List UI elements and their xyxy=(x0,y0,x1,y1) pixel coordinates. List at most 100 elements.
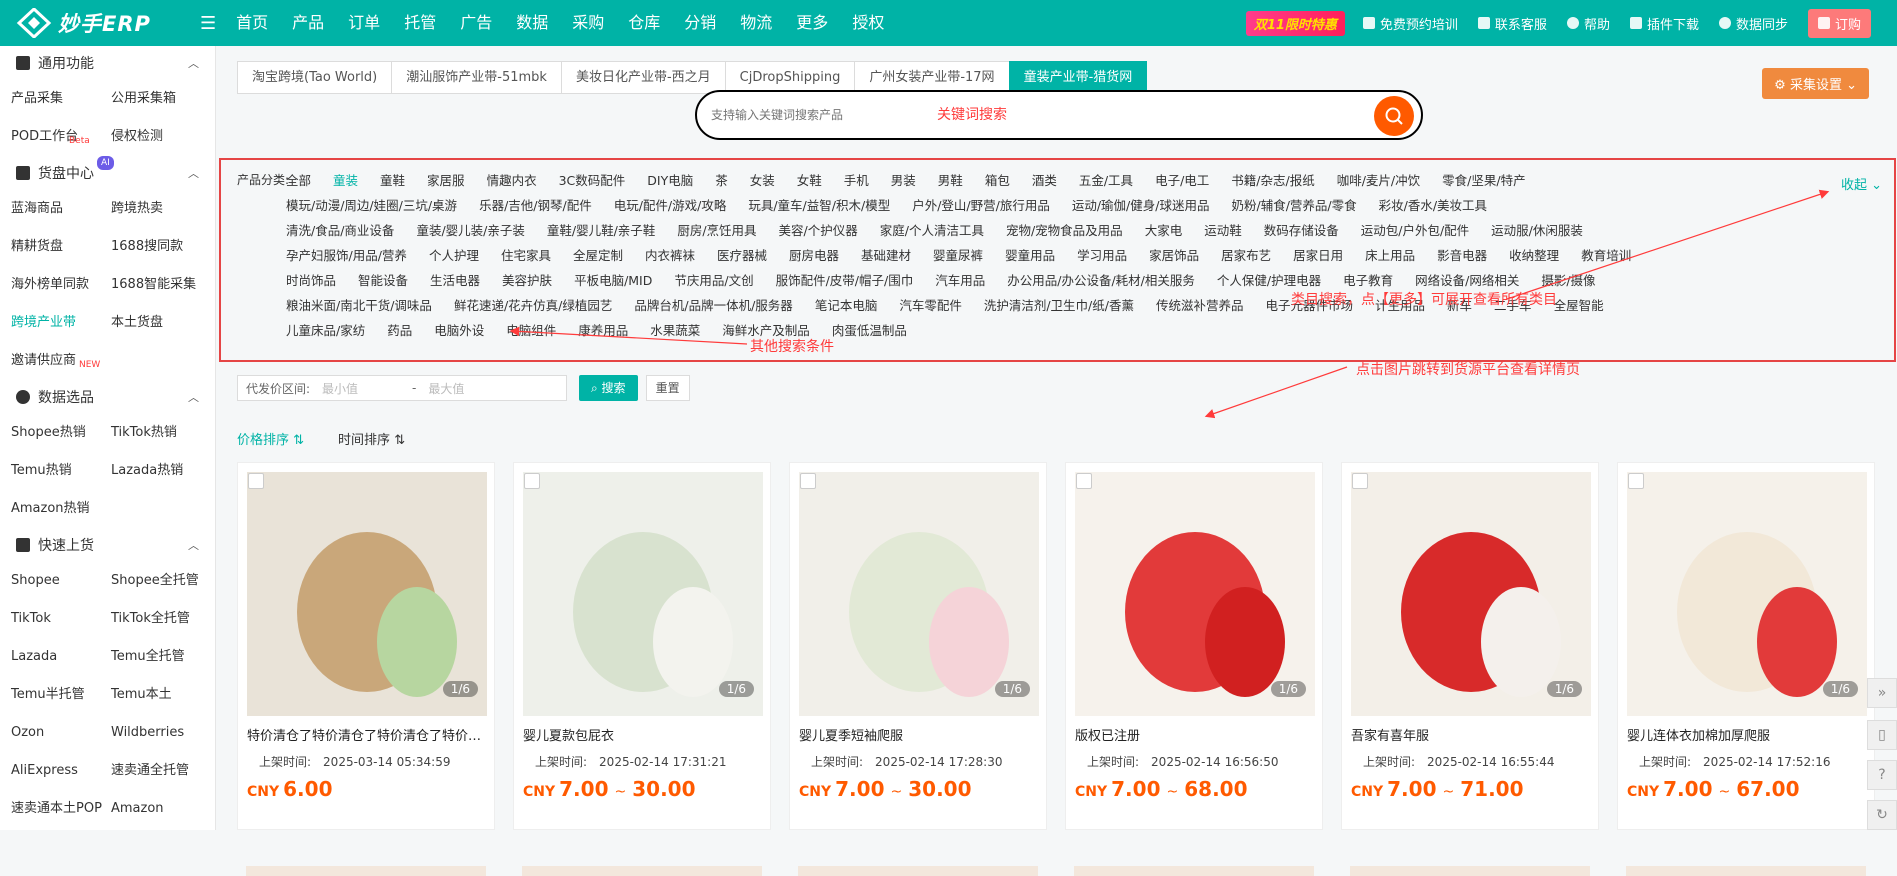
sidebar-item[interactable]: TikTok xyxy=(11,600,111,638)
category-item[interactable]: 厨房电器 xyxy=(789,245,839,264)
sidebar-item[interactable]: TikTok热销 xyxy=(111,414,211,452)
product-title[interactable]: 吾家有喜年服 xyxy=(1351,725,1591,744)
sidebar-item[interactable]: 跨境热卖 xyxy=(111,190,211,228)
sidebar-item[interactable]: Amazon热销 xyxy=(11,490,111,528)
sidebar-item[interactable]: Temu半托管 xyxy=(11,676,111,714)
product-card[interactable]: 1/6 婴儿连体衣加棉加厚爬服 上架时间: 2025-02-14 17:52:16 CN… xyxy=(1617,462,1875,830)
training-link[interactable]: 免费预约培训 xyxy=(1362,14,1458,33)
category-item[interactable]: 书籍/杂志/报纸 xyxy=(1231,170,1314,189)
category-item[interactable]: 3C数码配件 xyxy=(559,170,626,189)
sidebar-item[interactable]: 1688搜同款 xyxy=(111,228,211,266)
sort-by-time[interactable]: 时间排序 ⇅ xyxy=(338,429,405,448)
sidebar-item[interactable]: 海外榜单同款 xyxy=(11,266,111,304)
sidebar-item[interactable]: 1688智能采集 xyxy=(111,266,211,304)
search-button[interactable] xyxy=(1374,96,1414,136)
category-item[interactable]: 乐器/吉他/钢琴/配件 xyxy=(479,195,592,214)
category-item[interactable]: 传统滋补营养品 xyxy=(1156,295,1244,314)
category-item[interactable]: 电子/电工 xyxy=(1155,170,1209,189)
platform-tab[interactable]: 淘宝跨境(Tao World) xyxy=(237,61,393,94)
select-checkbox[interactable] xyxy=(524,473,540,489)
platform-tab[interactable]: 潮汕服饰产业带-51mbk xyxy=(391,61,562,94)
sidebar-item[interactable]: 蓝海商品 xyxy=(11,190,111,228)
category-item[interactable]: 学习用品 xyxy=(1077,245,1127,264)
product-card[interactable]: 1/6 婴儿夏季短袖爬服 上架时间: 2025-02-14 17:28:30 CNY 7.… xyxy=(789,462,1047,830)
category-item[interactable]: 婴童尿裤 xyxy=(933,245,983,264)
select-checkbox[interactable] xyxy=(1352,473,1368,489)
sidebar-item[interactable]: 公用采集箱 xyxy=(111,80,211,118)
category-item[interactable]: 基础建材 xyxy=(861,245,911,264)
category-item[interactable]: 数码存储设备 xyxy=(1264,220,1339,239)
product-image[interactable] xyxy=(799,472,1039,716)
nav-item[interactable]: 物流 xyxy=(728,0,784,46)
category-item[interactable]: 运动/瑜伽/健身/球迷用品 xyxy=(1072,195,1210,214)
category-item[interactable]: 时尚饰品 xyxy=(286,270,336,289)
category-item[interactable]: 童装 xyxy=(333,170,358,189)
category-item[interactable]: 内衣裤袜 xyxy=(645,245,695,264)
filter-search-button[interactable]: ⌕ 搜索 xyxy=(579,375,638,401)
category-item[interactable]: 大家电 xyxy=(1145,220,1183,239)
select-checkbox[interactable] xyxy=(1628,473,1644,489)
expand-side-panel-icon[interactable]: » xyxy=(1867,678,1897,708)
category-item[interactable]: 酒类 xyxy=(1032,170,1057,189)
product-image[interactable] xyxy=(1351,472,1591,716)
category-item[interactable]: 节庆用品/文创 xyxy=(674,270,753,289)
sidebar-item[interactable]: TikTok全托管 xyxy=(111,600,211,638)
category-item[interactable]: 童装/婴儿装/亲子装 xyxy=(416,220,524,239)
sidebar-item[interactable]: Lazada热销 xyxy=(111,452,211,490)
category-item[interactable]: 宠物/宠物食品及用品 xyxy=(1006,220,1123,239)
nav-item[interactable]: 托管 xyxy=(392,0,448,46)
category-item[interactable]: 美容护肤 xyxy=(502,270,552,289)
select-checkbox[interactable] xyxy=(800,473,816,489)
sidebar-item[interactable]: 速卖通本土POP xyxy=(11,790,111,828)
help-link[interactable]: 帮助 xyxy=(1566,14,1610,33)
category-item[interactable]: 品牌台机/品牌一体机/服务器 xyxy=(634,295,792,314)
sidebar-item[interactable]: 产品采集 xyxy=(11,80,111,118)
promo-banner[interactable]: 双11限时特惠 xyxy=(1245,10,1345,36)
category-item[interactable]: 生活电器 xyxy=(430,270,480,289)
category-item[interactable]: 箱包 xyxy=(985,170,1010,189)
category-item[interactable]: 童鞋 xyxy=(380,170,405,189)
select-checkbox[interactable] xyxy=(248,473,264,489)
category-item[interactable]: 洗护清洁剂/卫生巾/纸/香薰 xyxy=(984,295,1134,314)
menu-toggle-icon[interactable]: ☰ xyxy=(200,13,216,34)
category-item[interactable]: 粮油米面/南北干货/调味品 xyxy=(286,295,432,314)
category-item[interactable]: 彩妆/香水/美妆工具 xyxy=(1379,195,1487,214)
category-item[interactable]: 零食/坚果/特产 xyxy=(1442,170,1525,189)
category-item[interactable]: 鲜花速递/花卉仿真/绿植园艺 xyxy=(454,295,612,314)
category-item[interactable]: 康养用品 xyxy=(578,320,628,339)
sidebar-section-general[interactable]: 通用功能 ︿ xyxy=(0,46,215,80)
select-checkbox[interactable] xyxy=(1076,473,1092,489)
category-item[interactable]: 智能设备 xyxy=(358,270,408,289)
category-item[interactable]: 户外/登山/野营/旅行用品 xyxy=(912,195,1050,214)
category-item[interactable]: 个人护理 xyxy=(429,245,479,264)
category-item[interactable]: 家居服 xyxy=(427,170,465,189)
category-item[interactable]: 五金/工具 xyxy=(1079,170,1133,189)
category-item[interactable]: 全部 xyxy=(286,170,311,189)
sidebar-item[interactable]: 侵权检测 xyxy=(111,118,211,156)
category-item[interactable]: 运动包/户外包/配件 xyxy=(1361,220,1469,239)
product-card[interactable]: 1/6 版权已注册 上架时间: 2025-02-14 16:56:50 CNY 7.00 ~… xyxy=(1065,462,1323,830)
nav-item[interactable]: 分销 xyxy=(672,0,728,46)
category-item[interactable]: 家庭/个人清洁工具 xyxy=(880,220,984,239)
category-item[interactable]: 个人保健/护理电器 xyxy=(1217,270,1321,289)
product-title[interactable]: 婴儿夏季短袖爬服 xyxy=(799,725,1039,744)
category-item[interactable]: 儿童床品/家纺 xyxy=(286,320,365,339)
sidebar-item[interactable]: Shopee热销 xyxy=(11,414,111,452)
sidebar-item[interactable]: Ozon xyxy=(11,714,111,752)
sidebar-item[interactable]: 跨境产业带 xyxy=(11,304,111,342)
product-image[interactable] xyxy=(247,472,487,716)
refresh-icon[interactable]: ↻ xyxy=(1867,800,1897,830)
category-item[interactable]: 婴童用品 xyxy=(1005,245,1055,264)
nav-item[interactable]: 订单 xyxy=(336,0,392,46)
category-item[interactable]: 电脑组件 xyxy=(506,320,556,339)
category-item[interactable]: 办公用品/办公设备/耗材/相关服务 xyxy=(1007,270,1195,289)
sidebar-item[interactable]: POD工作台 Beta xyxy=(11,118,111,156)
category-item[interactable]: 电子教育 xyxy=(1343,270,1393,289)
category-item[interactable]: 运动鞋 xyxy=(1204,220,1242,239)
category-item[interactable]: 情趣内衣 xyxy=(487,170,537,189)
nav-item[interactable]: 采购 xyxy=(560,0,616,46)
product-card[interactable]: 1/6 特价清仓了特价清仓了特价清仓了特价清仓了 上架时间: 2025-03-14 0… xyxy=(237,462,495,830)
category-item[interactable]: 汽车零配件 xyxy=(899,295,962,314)
sidebar-section-sourcing[interactable]: 货盘中心 AI ︿ xyxy=(0,156,215,190)
nav-item[interactable]: 授权 xyxy=(840,0,896,46)
